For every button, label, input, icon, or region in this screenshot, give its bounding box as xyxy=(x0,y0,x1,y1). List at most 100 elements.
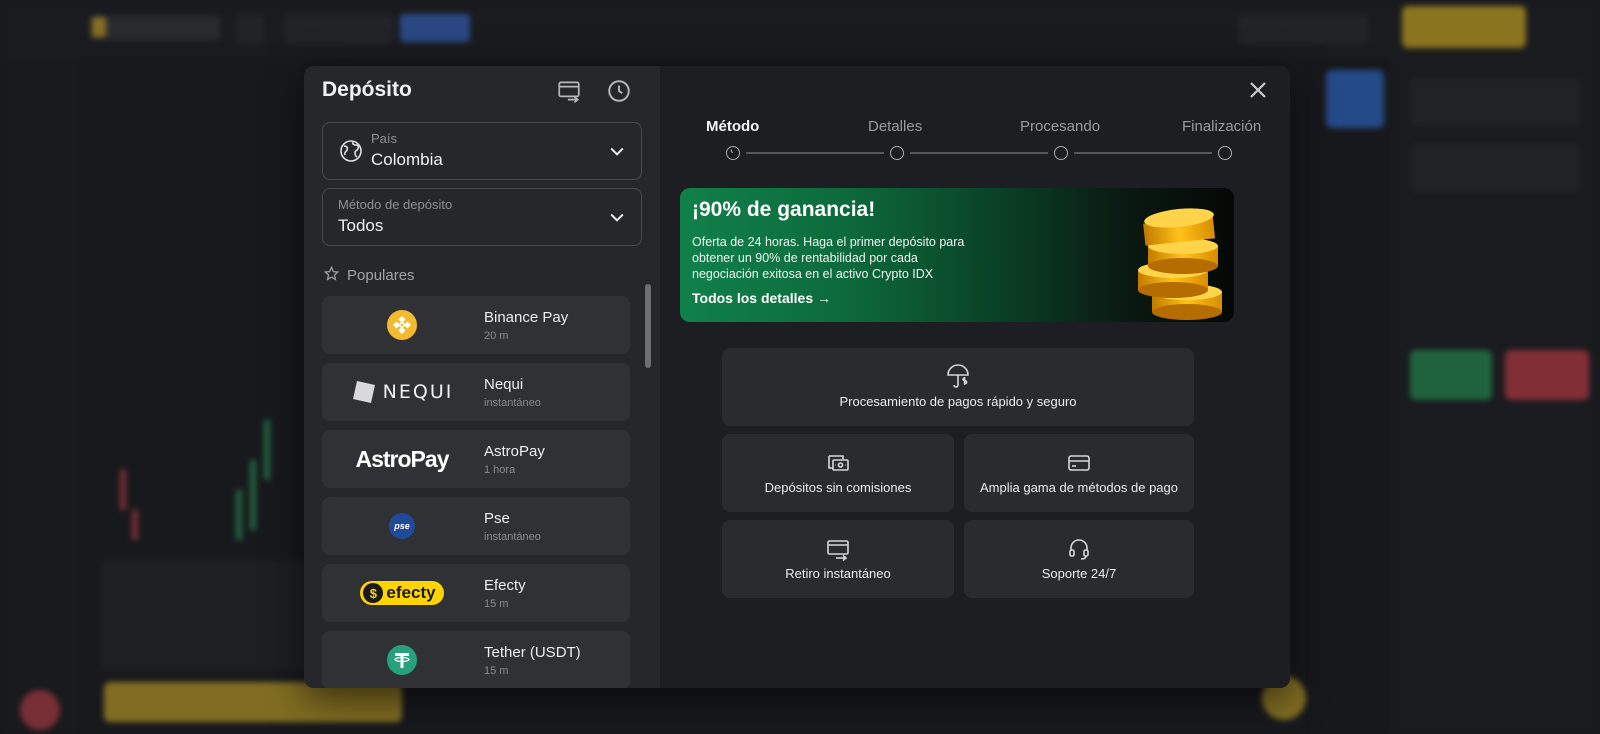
chevron-down-icon xyxy=(607,141,627,161)
bg-candle xyxy=(120,470,126,510)
step-label-procesando: Procesando xyxy=(1020,118,1101,135)
bg-chip xyxy=(284,14,394,44)
bg-logo xyxy=(90,16,220,40)
bg-card-button xyxy=(104,682,402,722)
feature-text: Amplia gama de métodos de pago xyxy=(979,480,1178,495)
method-time: instantáneo xyxy=(484,531,541,543)
feature-text: Retiro instantáneo xyxy=(785,566,891,581)
feature-payment-methods: Amplia gama de métodos de pago xyxy=(964,434,1194,512)
bg-top-bar xyxy=(0,0,1600,58)
step-dot xyxy=(1218,146,1232,160)
bg-blue-square xyxy=(1326,70,1384,128)
promo-title: ¡90% de ganancia! xyxy=(692,198,876,221)
method-efecty[interactable]: $ efecty Efecty 15 m xyxy=(322,564,630,622)
bg-right-box xyxy=(1410,78,1580,126)
deposit-method-label: Método de depósito xyxy=(338,197,453,212)
star-icon xyxy=(323,265,340,285)
bg-candle xyxy=(236,490,242,540)
progress-steps: Método Detalles Procesando Finalización xyxy=(700,118,1262,168)
bg-deposit-button xyxy=(1402,6,1526,48)
method-time: 15 m xyxy=(484,598,509,610)
globe-icon xyxy=(339,139,363,163)
step-dot xyxy=(1054,146,1068,160)
coins-illustration xyxy=(1130,200,1230,320)
bg-blue-button xyxy=(400,14,470,42)
method-time: 20 m xyxy=(484,330,509,342)
deposit-method-value: Todos xyxy=(338,216,384,235)
method-tether[interactable]: Tether (USDT) 15 m xyxy=(322,631,630,688)
step-connector xyxy=(910,152,1048,154)
method-name: Pse xyxy=(484,510,510,527)
efecty-logo: $ efecty xyxy=(322,564,482,622)
method-nequi[interactable]: NEQUI Nequi instantáneo xyxy=(322,363,630,421)
method-time: 15 m xyxy=(484,665,509,677)
binance-logo xyxy=(322,296,482,354)
method-name: AstroPay xyxy=(484,443,545,460)
step-connector xyxy=(746,152,884,154)
step-label-detalles: Detalles xyxy=(868,118,923,135)
feature-text: Procesamiento de pagos rápido y seguro xyxy=(839,394,1077,409)
modal-title: Depósito xyxy=(322,78,412,101)
bg-candle xyxy=(132,510,138,540)
cash-icon xyxy=(825,450,851,476)
feature-text: Soporte 24/7 xyxy=(1041,566,1117,581)
bg-balance xyxy=(1238,14,1368,44)
method-astropay[interactable]: AstroPay AstroPay 1 hora xyxy=(322,430,630,488)
method-time: 1 hora xyxy=(484,464,516,476)
scrollbar-thumb[interactable] xyxy=(645,284,651,368)
umbrella-dollar-icon xyxy=(945,364,971,390)
promo-details-link[interactable]: Todos los detalles → xyxy=(692,290,831,306)
deposit-left-panel: Depósito País Colombia Método de depósit… xyxy=(304,66,660,688)
method-name: Nequi xyxy=(484,376,524,393)
bg-up-button xyxy=(1410,350,1492,400)
popular-label: Populares xyxy=(347,267,415,284)
promo-text: Oferta de 24 horas. Haga el primer depós… xyxy=(692,235,965,281)
bg-left-sidebar xyxy=(0,58,80,734)
bg-down-button xyxy=(1505,350,1589,400)
method-name: Binance Pay xyxy=(484,309,569,326)
popular-heading: Populares xyxy=(323,265,415,285)
history-clock-icon[interactable] xyxy=(606,78,632,104)
method-name: Tether (USDT) xyxy=(484,644,581,661)
method-binance-pay[interactable]: Binance Pay 20 m xyxy=(322,296,630,354)
headset-icon xyxy=(1066,536,1092,562)
step-dot-active xyxy=(726,146,740,160)
bg-candle xyxy=(250,460,256,530)
deposit-right-panel: Método Detalles Procesando Finalización … xyxy=(660,66,1290,688)
deposit-method-select[interactable]: Método de depósito Todos xyxy=(322,188,642,246)
feature-fast-secure: Procesamiento de pagos rápido y seguro xyxy=(722,348,1194,426)
feature-no-fees: Depósitos sin comisiones xyxy=(722,434,954,512)
nequi-logo: NEQUI xyxy=(322,363,482,421)
deposit-modal: Depósito País Colombia Método de depósit… xyxy=(304,66,1290,688)
chevron-down-icon xyxy=(607,207,627,227)
method-time: instantáneo xyxy=(484,397,541,409)
step-dot xyxy=(890,146,904,160)
step-label-metodo: Método xyxy=(706,118,760,135)
bg-avatar xyxy=(20,690,60,730)
methods-list: Binance Pay 20 m NEQUI Nequi instantáneo… xyxy=(322,296,634,688)
method-name: Efecty xyxy=(484,577,526,594)
step-label-finalizacion: Finalización xyxy=(1182,118,1262,135)
method-pse[interactable]: pse Pse instantáneo xyxy=(322,497,630,555)
bg-logo-mark xyxy=(92,17,106,37)
country-select[interactable]: País Colombia xyxy=(322,122,642,180)
feature-support: Soporte 24/7 xyxy=(964,520,1194,598)
astropay-logo: AstroPay xyxy=(355,445,450,472)
bg-candle xyxy=(264,420,270,480)
credit-card-icon xyxy=(1066,450,1092,476)
tether-logo xyxy=(322,631,482,688)
methods-scrollbar[interactable] xyxy=(644,280,652,686)
promo-banner[interactable]: ¡90% de ganancia! Oferta de 24 horas. Ha… xyxy=(680,188,1234,322)
bg-right-box xyxy=(1410,144,1580,192)
country-label: País xyxy=(371,131,398,146)
country-value: Colombia xyxy=(371,150,443,169)
bg-right-panel xyxy=(1390,58,1600,734)
feature-instant-withdrawal: Retiro instantáneo xyxy=(722,520,954,598)
withdraw-icon xyxy=(825,536,851,562)
transfer-icon[interactable] xyxy=(556,78,582,104)
pse-logo: pse xyxy=(322,497,482,555)
feature-text: Depósitos sin comisiones xyxy=(764,480,912,495)
close-icon[interactable] xyxy=(1246,78,1270,102)
bg-chip xyxy=(236,14,264,44)
step-connector xyxy=(1074,152,1212,154)
